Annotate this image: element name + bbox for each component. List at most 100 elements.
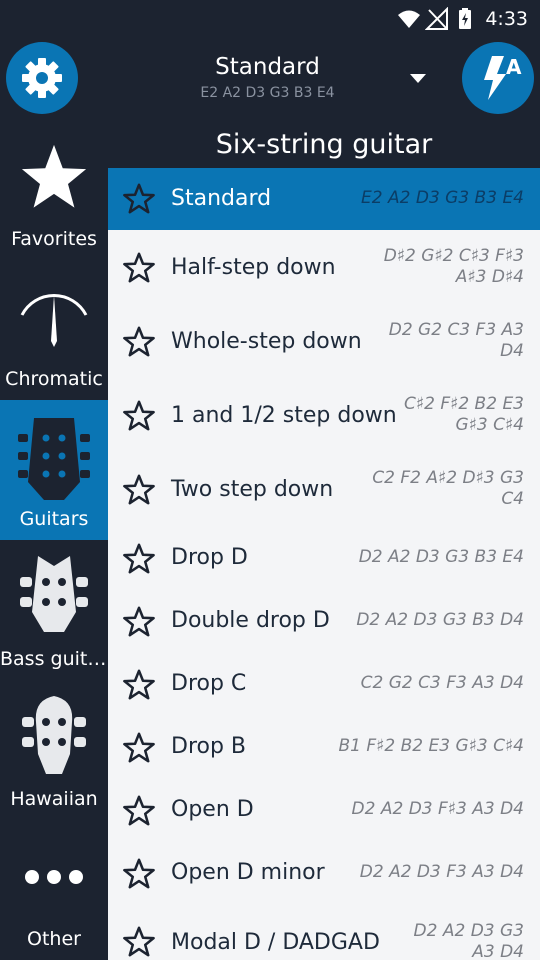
tuning-notes-line: A♯3 D♯4 xyxy=(455,267,524,287)
tuning-notes-line: G♯3 C♯4 xyxy=(455,415,524,435)
favorite-star-icon[interactable] xyxy=(122,731,156,765)
tuning-name: Half-step down xyxy=(171,255,336,280)
auto-bolt-icon: A xyxy=(484,55,522,100)
tuning-notes-line: D2 A2 D3 F♯3 A3 D4 xyxy=(351,799,524,819)
tuning-name: Double drop D xyxy=(171,608,330,633)
tuning-name: Whole-step down xyxy=(171,329,362,354)
favorite-star-icon[interactable] xyxy=(122,542,156,576)
status-time: 4:33 xyxy=(485,8,528,30)
tuning-row-open-d-minor[interactable]: Open D minor D2 A2 D3 F3 A3 D4 xyxy=(108,843,540,906)
current-tuning-name: Standard xyxy=(215,54,320,80)
tuning-name: Drop B xyxy=(171,734,247,759)
tuning-name: 1 and 1/2 step down xyxy=(171,403,397,428)
favorite-star-icon[interactable] xyxy=(122,794,156,828)
no-signal-icon xyxy=(425,7,449,30)
needle-gauge-icon xyxy=(14,272,94,362)
sidebar-label: Bass guita.. xyxy=(0,648,108,670)
favorite-star-icon[interactable] xyxy=(122,668,156,702)
sidebar-item-other[interactable]: Other xyxy=(0,820,108,960)
tuning-notes-line: D2 A2 D3 G3 xyxy=(413,921,524,941)
tuning-notes: D2 A2 D3 G3 B3 E4 xyxy=(359,547,524,568)
tuning-notes: C♯2 F♯2 B2 E3 G♯3 C♯4 xyxy=(404,394,524,436)
tuning-notes: B1 F♯2 B2 E3 G♯3 C♯4 xyxy=(339,736,524,757)
tuning-notes: D♯2 G♯2 C♯3 F♯3 A♯3 D♯4 xyxy=(384,246,524,288)
favorite-star-icon[interactable] xyxy=(122,925,156,959)
favorite-star-icon[interactable] xyxy=(122,473,156,507)
tuning-notes-line: D2 A2 D3 F3 A3 D4 xyxy=(359,862,524,882)
tuning-notes-line: B1 F♯2 B2 E3 G♯3 C♯4 xyxy=(338,736,524,756)
tuner-app: 4:33 Standard E2 A2 D3 G3 B3 E4 A Favori… xyxy=(0,0,540,960)
tuning-name: Open D minor xyxy=(171,860,325,885)
tuning-notes-line: D4 xyxy=(500,341,524,361)
tuning-notes: D2 A2 D3 G3 B3 D4 xyxy=(356,610,524,631)
sidebar-label: Guitars xyxy=(19,508,89,530)
sidebar-item-chromatic[interactable]: Chromatic xyxy=(0,260,108,400)
dropdown-caret-icon xyxy=(410,74,426,83)
tuning-row-two-step-down[interactable]: Two step down C2 F2 A♯2 D♯3 G3 C4 xyxy=(108,454,540,528)
auto-mode-button[interactable]: A xyxy=(462,42,534,114)
auto-letter: A xyxy=(506,55,522,79)
bass-headstock-icon xyxy=(14,552,94,642)
tuning-notes: D2 A2 D3 F3 A3 D4 xyxy=(360,862,524,883)
current-tuning-notes: E2 A2 D3 G3 B3 E4 xyxy=(200,85,335,101)
tuning-notes-line: C2 F2 A♯2 D♯3 G3 xyxy=(372,468,524,488)
section-title: Six-string guitar xyxy=(215,129,433,160)
sidebar-label: Hawaiian xyxy=(10,788,98,810)
tuning-notes: C2 F2 A♯2 D♯3 G3 C4 xyxy=(372,468,524,510)
tuning-row-modal-d-dadgad[interactable]: Modal D / DADGAD D2 A2 D3 G3 A3 D4 xyxy=(108,906,540,960)
ukulele-headstock-icon xyxy=(14,692,94,782)
tuning-notes-line: C4 xyxy=(501,489,524,509)
favorite-star-icon[interactable] xyxy=(122,605,156,639)
sidebar-item-favorites[interactable]: Favorites xyxy=(0,120,108,260)
sidebar-label: Chromatic xyxy=(5,368,103,390)
settings-button[interactable] xyxy=(6,42,78,114)
tuning-row-double-drop-d[interactable]: Double drop D D2 A2 D3 G3 B3 D4 xyxy=(108,591,540,654)
tuning-name: Drop D xyxy=(171,545,248,570)
tuning-notes: D2 A2 D3 F♯3 A3 D4 xyxy=(352,799,524,820)
tuning-notes-line: D2 G2 C3 F3 A3 xyxy=(388,320,524,340)
tuning-notes-line: D2 A2 D3 G3 B3 D4 xyxy=(356,610,524,630)
tuning-name: Open D xyxy=(171,797,254,822)
tuning-notes: D2 A2 D3 G3 A3 D4 xyxy=(414,921,524,960)
tuning-row-drop-d[interactable]: Drop D D2 A2 D3 G3 B3 E4 xyxy=(108,528,540,591)
sidebar-item-hawaiian[interactable]: Hawaiian xyxy=(0,680,108,820)
tuning-notes-line: E2 A2 D3 G3 B3 E4 xyxy=(361,188,524,208)
tuning-name: Drop C xyxy=(171,671,247,696)
tuning-list[interactable]: Standard E2 A2 D3 G3 B3 E4 Half-step dow… xyxy=(108,168,540,960)
favorite-star-icon[interactable] xyxy=(122,857,156,891)
gear-icon xyxy=(22,58,62,98)
tuning-name: Standard xyxy=(171,186,272,211)
favorite-star-icon[interactable] xyxy=(122,251,156,285)
favorite-star-icon[interactable] xyxy=(122,399,156,433)
tuning-notes-line: D2 A2 D3 G3 B3 E4 xyxy=(358,547,524,567)
tuning-row-one-and-half-step-down[interactable]: 1 and 1/2 step down C♯2 F♯2 B2 E3 G♯3 C♯4 xyxy=(108,380,540,454)
sidebar-item-bass-guitar[interactable]: Bass guita.. xyxy=(0,540,108,680)
tuning-notes: D2 G2 C3 F3 A3 D4 xyxy=(389,320,524,362)
wifi-icon xyxy=(398,10,421,28)
tuning-notes-line: A3 D4 xyxy=(472,942,524,960)
guitar-headstock-icon xyxy=(14,412,94,502)
tuning-row-half-step-down[interactable]: Half-step down D♯2 G♯2 C♯3 F♯3 A♯3 D♯4 xyxy=(108,230,540,306)
tuning-selector[interactable]: Standard E2 A2 D3 G3 B3 E4 xyxy=(160,38,440,120)
more-dots-icon xyxy=(14,832,94,922)
tuning-row-open-d[interactable]: Open D D2 A2 D3 F♯3 A3 D4 xyxy=(108,780,540,843)
category-sidebar: Favorites Chromatic Guitars Bass guita..… xyxy=(0,120,108,960)
tuning-row-drop-c[interactable]: Drop C C2 G2 C3 F3 A3 D4 xyxy=(108,654,540,717)
battery-charging-icon xyxy=(459,8,472,29)
tuning-notes-line: C2 G2 C3 F3 A3 D4 xyxy=(360,673,524,693)
tuning-row-drop-b[interactable]: Drop B B1 F♯2 B2 E3 G♯3 C♯4 xyxy=(108,717,540,780)
sidebar-item-guitars[interactable]: Guitars xyxy=(0,400,108,540)
tuning-notes-line: C♯2 F♯2 B2 E3 xyxy=(404,394,524,414)
tuning-notes-line: D♯2 G♯2 C♯3 F♯3 xyxy=(383,246,524,266)
tuning-row-whole-step-down[interactable]: Whole-step down D2 G2 C3 F3 A3 D4 xyxy=(108,306,540,380)
top-bar: Standard E2 A2 D3 G3 B3 E4 A xyxy=(0,38,540,120)
sidebar-label: Other xyxy=(27,928,81,950)
star-icon xyxy=(14,132,94,222)
tuning-row-standard[interactable]: Standard E2 A2 D3 G3 B3 E4 xyxy=(108,168,540,230)
tuning-name: Modal D / DADGAD xyxy=(171,930,380,955)
favorite-star-icon[interactable] xyxy=(122,182,156,216)
tuning-notes: C2 G2 C3 F3 A3 D4 xyxy=(361,673,524,694)
tuning-name: Two step down xyxy=(171,477,334,502)
favorite-star-icon[interactable] xyxy=(122,325,156,359)
sidebar-label: Favorites xyxy=(11,228,97,250)
